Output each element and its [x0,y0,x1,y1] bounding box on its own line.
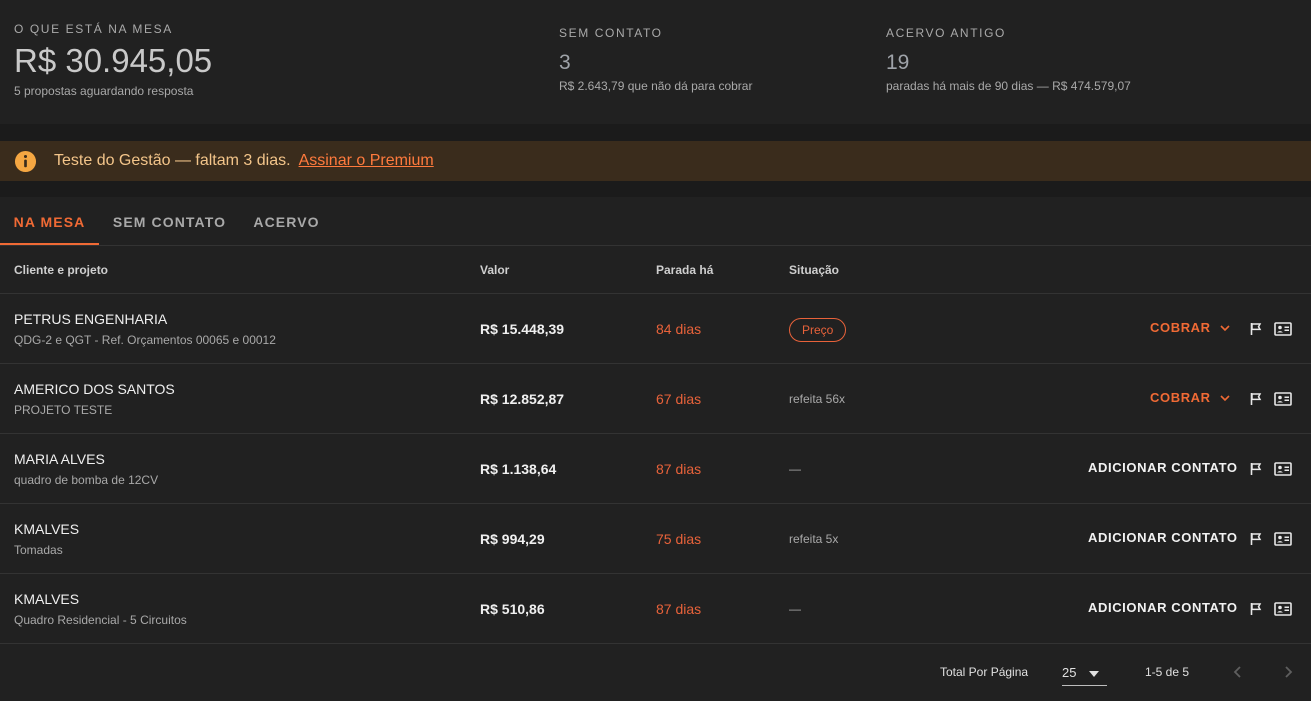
summary-header: O QUE ESTÁ NA MESA R$ 30.945,05 5 propos… [0,0,1311,124]
proposal-value: R$ 1.138,64 [480,461,557,477]
project-name: PROJETO TESTE [14,403,113,417]
contact-card-icon [1274,602,1292,616]
project-name: Tomadas [14,543,63,557]
caret-down-icon [1089,671,1099,677]
stat-subtitle: paradas há mais de 90 dias — R$ 474.579,… [886,79,1131,93]
chevron-down-icon [1220,324,1230,331]
stat-subtitle: R$ 2.643,79 que não dá para cobrar [559,79,753,93]
table-row[interactable]: MARIA ALVES quadro de bomba de 12CV R$ 1… [0,434,1311,504]
flag-icon [1250,393,1262,405]
table-header: Cliente e projeto Valor Parada há Situaç… [0,246,1311,294]
client-name: KMALVES [14,521,80,537]
stat-no-contact: SEM CONTATO 3 R$ 2.643,79 que não dá par… [559,26,752,93]
status-text: refeita 5x [789,532,839,546]
stopped-days: 67 dias [656,391,702,407]
rows-per-page-label: Total Por Página [940,665,1029,679]
proposal-value: R$ 15.448,39 [480,321,565,337]
client-name: KMALVES [14,591,80,607]
trial-banner: Teste do Gestão — faltam 3 dias. Assinar… [0,141,1311,181]
contact-card-button[interactable] [1274,600,1292,618]
trial-banner-text: Teste do Gestão — faltam 3 dias. [54,152,291,169]
chevron-down-icon [1220,394,1230,401]
flag-button[interactable] [1247,600,1265,618]
column-header-value[interactable]: Valor [480,246,509,294]
stat-value: 3 [559,51,571,74]
flag-icon [1250,323,1262,335]
contact-card-button[interactable] [1274,390,1292,408]
stat-value: R$ 30.945,05 [14,42,213,79]
subscribe-premium-link[interactable]: Assinar o Premium [299,152,434,170]
client-name: MARIA ALVES [14,451,105,467]
stat-caption: O QUE ESTÁ NA MESA [14,22,173,36]
cobrar-button[interactable]: COBRAR [1150,320,1231,335]
stopped-days: 84 dias [656,321,702,337]
stat-on-table: O QUE ESTÁ NA MESA R$ 30.945,05 5 propos… [14,22,212,98]
tab-bar: NA MESA SEM CONTATO ACERVO [0,197,1311,246]
active-tab-indicator [0,243,99,245]
contact-card-icon [1274,532,1292,546]
stat-value: 19 [886,51,910,74]
proposal-value: R$ 510,86 [480,601,545,617]
flag-icon [1250,533,1262,545]
contact-card-button[interactable] [1274,320,1292,338]
status-chip: Preço [789,318,847,342]
rows-per-page-select[interactable]: 25 [1062,660,1107,686]
contact-card-button[interactable] [1274,460,1292,478]
info-icon [14,150,37,172]
status-text: — [789,462,801,476]
chevron-left-icon [1233,666,1241,678]
tab-sem-contato[interactable]: SEM CONTATO [99,197,240,246]
contact-card-icon [1274,392,1292,406]
chevron-right-icon [1285,666,1293,678]
tab-acervo[interactable]: ACERVO [240,197,333,246]
column-header-status[interactable]: Situação [789,246,839,294]
stat-caption: SEM CONTATO [559,26,663,40]
flag-icon [1250,463,1262,475]
contact-card-icon [1274,322,1292,336]
add-contact-button[interactable]: ADICIONAR CONTATO [1088,460,1238,475]
project-name: quadro de bomba de 12CV [14,473,159,487]
next-page-button[interactable] [1276,660,1300,684]
column-header-stopped[interactable]: Parada há [656,246,713,294]
client-name: PETRUS ENGENHARIA [14,311,168,327]
pagination: Total Por Página 25 1-5 de 5 [0,644,1311,701]
page-range: 1-5 de 5 [1145,665,1190,679]
column-header-client[interactable]: Cliente e projeto [14,246,108,294]
stopped-days: 75 dias [656,531,702,547]
stopped-days: 87 dias [656,601,702,617]
proposal-value: R$ 12.852,87 [480,391,565,407]
stat-caption: ACERVO ANTIGO [886,26,1006,40]
contact-card-icon [1274,462,1292,476]
flag-button[interactable] [1247,530,1265,548]
previous-page-button[interactable] [1226,660,1250,684]
status-text: — [789,602,801,616]
add-contact-button[interactable]: ADICIONAR CONTATO [1088,600,1238,615]
tab-na-mesa[interactable]: NA MESA [0,197,99,246]
proposal-value: R$ 994,29 [480,531,545,547]
flag-button[interactable] [1247,390,1265,408]
stopped-days: 87 dias [656,461,702,477]
status-text: refeita 56x [789,392,846,406]
contact-card-button[interactable] [1274,530,1292,548]
add-contact-button[interactable]: ADICIONAR CONTATO [1088,530,1238,545]
cobrar-label: COBRAR [1150,320,1211,335]
table-row[interactable]: KMALVES Tomadas R$ 994,29 75 dias refeit… [0,504,1311,574]
table-row[interactable]: AMERICO DOS SANTOS PROJETO TESTE R$ 12.8… [0,364,1311,434]
flag-button[interactable] [1247,460,1265,478]
client-name: AMERICO DOS SANTOS [14,381,175,397]
table-row[interactable]: KMALVES Quadro Residencial - 5 Circuitos… [0,574,1311,644]
stat-subtitle: 5 propostas aguardando resposta [14,84,194,98]
project-name: Quadro Residencial - 5 Circuitos [14,613,187,627]
stat-old-archive: ACERVO ANTIGO 19 paradas há mais de 90 d… [886,26,1131,93]
flag-button[interactable] [1247,320,1265,338]
cobrar-button[interactable]: COBRAR [1150,390,1231,405]
project-name: QDG-2 e QGT - Ref. Orçamentos 00065 e 00… [14,333,276,347]
cobrar-label: COBRAR [1150,390,1211,405]
proposals-panel: NA MESA SEM CONTATO ACERVO Cliente e pro… [0,197,1311,701]
flag-icon [1250,603,1262,615]
rows-per-page-value: 25 [1062,665,1077,680]
table-row[interactable]: PETRUS ENGENHARIA QDG-2 e QGT - Ref. Orç… [0,294,1311,364]
